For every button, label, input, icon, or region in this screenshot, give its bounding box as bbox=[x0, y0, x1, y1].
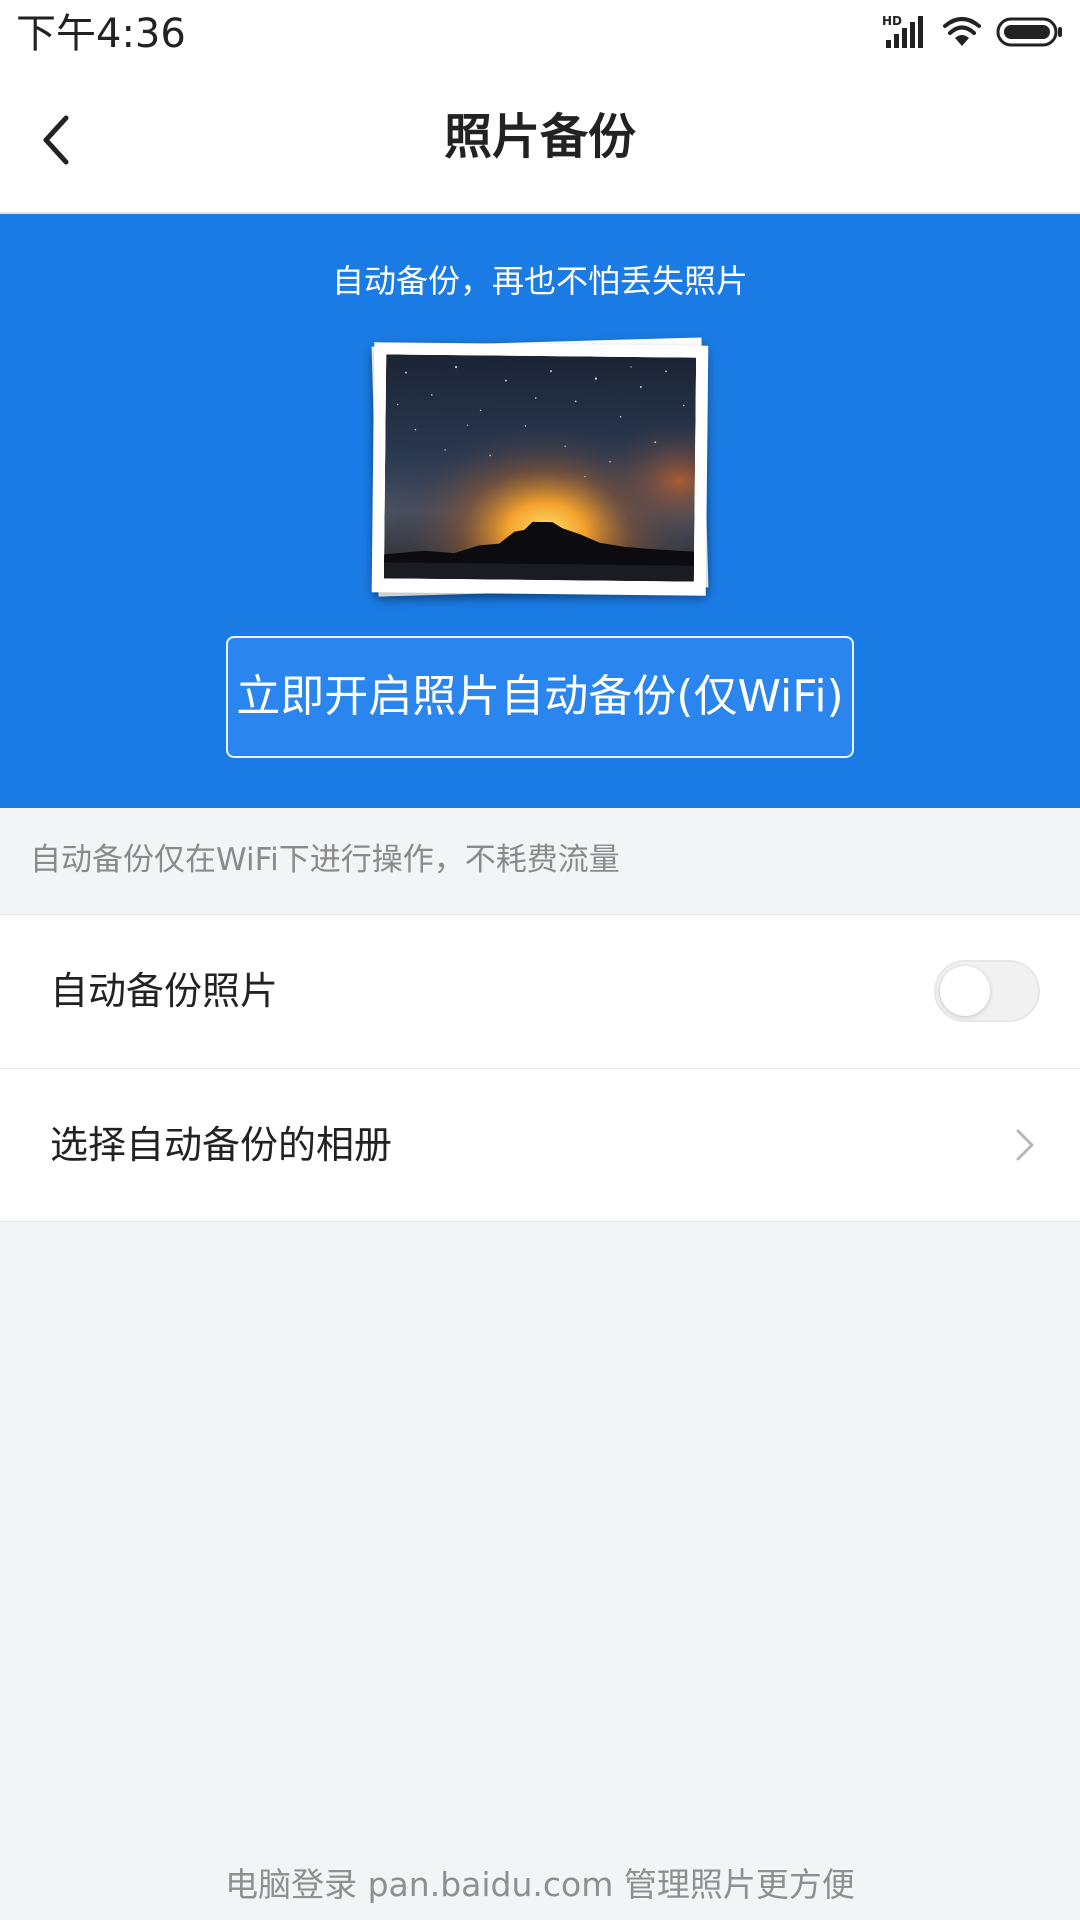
settings-list: 自动备份照片 选择自动备份的相册 bbox=[0, 914, 1080, 1222]
auto-backup-toggle[interactable] bbox=[934, 960, 1040, 1022]
backup-banner: 自动备份，再也不怕丢失照片 立即开启照片自动备份(仅WiFi) bbox=[0, 214, 1080, 808]
settings-row-auto-backup[interactable]: 自动备份照片 bbox=[0, 915, 1080, 1068]
banner-tagline: 自动备份，再也不怕丢失照片 bbox=[331, 262, 748, 300]
notice-row: 自动备份仅在WiFi下进行操作，不耗费流量 bbox=[0, 808, 1080, 914]
row-label-auto-backup: 自动备份照片 bbox=[50, 969, 279, 1013]
notice-text: 自动备份仅在WiFi下进行操作，不耗费流量 bbox=[30, 842, 620, 878]
enable-backup-button[interactable]: 立即开启照片自动备份(仅WiFi) bbox=[226, 636, 854, 758]
page-title: 照片备份 bbox=[443, 109, 636, 165]
hd-signal-icon: HD bbox=[882, 14, 928, 54]
photo-stack-illustration bbox=[365, 334, 715, 604]
wifi-icon bbox=[942, 16, 982, 52]
footer-bar: 电脑登录 pan.baidu.com 管理照片更方便 bbox=[0, 1852, 1080, 1920]
photo-card-front bbox=[371, 342, 709, 596]
status-icons: HD bbox=[882, 12, 1064, 56]
chevron-right-icon bbox=[1004, 1125, 1044, 1165]
svg-text:HD: HD bbox=[882, 14, 902, 28]
row-label-choose-album: 选择自动备份的相册 bbox=[50, 1123, 393, 1167]
settings-row-choose-album[interactable]: 选择自动备份的相册 bbox=[0, 1068, 1080, 1221]
status-bar: 下午4:36 HD bbox=[0, 0, 1080, 68]
footer-text: 电脑登录 pan.baidu.com 管理照片更方便 bbox=[225, 1865, 855, 1904]
toggle-knob bbox=[940, 966, 990, 1016]
starry-night-photo bbox=[383, 354, 697, 582]
battery-icon bbox=[996, 16, 1064, 52]
status-time: 下午4:36 bbox=[16, 11, 186, 57]
app-header: 照片备份 bbox=[0, 68, 1080, 214]
